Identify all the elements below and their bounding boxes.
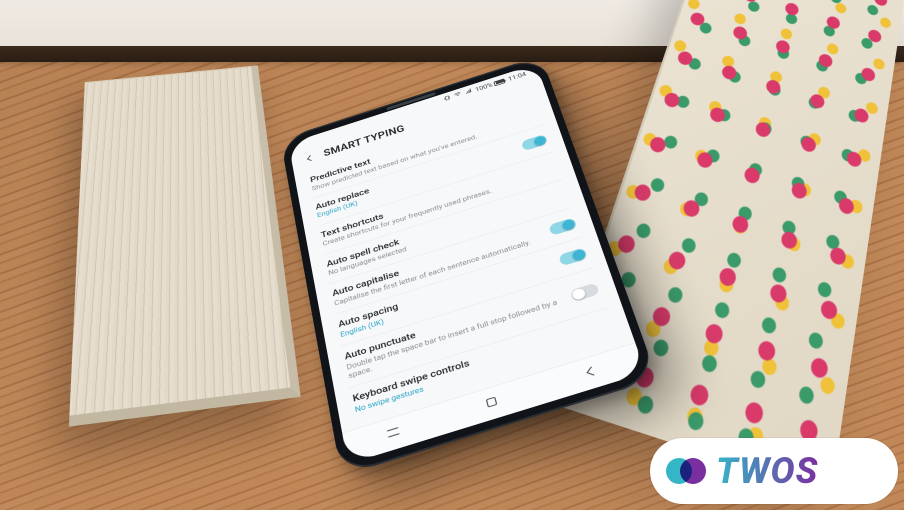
toggle-switch[interactable] [558, 247, 587, 266]
recents-icon[interactable] [384, 422, 404, 445]
twos-logo-text: TWOS [716, 450, 818, 492]
twos-logo-icon [666, 451, 706, 491]
twos-logo-badge: TWOS [650, 438, 898, 504]
toggle-switch[interactable] [521, 134, 548, 151]
toggle-switch[interactable] [570, 283, 600, 303]
home-icon[interactable] [481, 392, 502, 415]
back-nav-icon[interactable] [580, 362, 603, 385]
toggle-switch[interactable] [548, 218, 577, 237]
back-icon[interactable] [303, 151, 316, 167]
